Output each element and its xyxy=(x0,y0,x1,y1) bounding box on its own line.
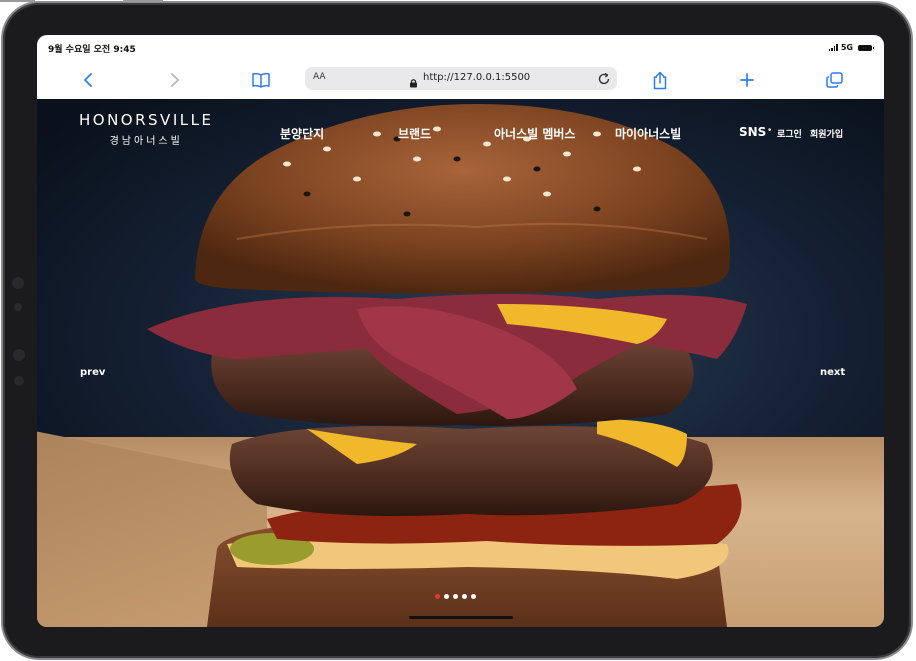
pagination-dot-5[interactable] xyxy=(471,594,476,599)
pagination-dot-4[interactable] xyxy=(462,594,467,599)
logo-sub-text: 경남아너스빌 xyxy=(109,136,183,147)
sns-link[interactable]: SNS xyxy=(739,125,766,139)
status-indicators: 5G xyxy=(828,43,874,52)
signal-icon xyxy=(828,44,838,51)
pagination-dot-1[interactable] xyxy=(435,594,440,599)
lock-icon xyxy=(409,73,418,92)
back-icon[interactable] xyxy=(78,70,98,90)
network-label: 5G xyxy=(840,43,853,52)
logo-main-text: HONORSVILLE xyxy=(79,111,214,129)
browser-toolbar: AA http://127.0.0.1:5500 xyxy=(37,61,884,100)
nav-item-complex[interactable]: 분양단지 xyxy=(280,125,324,142)
next-button[interactable]: next xyxy=(820,367,845,378)
pagination-dot-2[interactable] xyxy=(444,594,449,599)
screen: 9월 수요일 오전 9:45 5G AA http://127.0.0.1:55… xyxy=(37,35,884,627)
pagination-dot-3[interactable] xyxy=(453,594,458,599)
site-logo[interactable]: HONORSVILLE 경남아너스빌 xyxy=(79,111,213,147)
tabs-icon[interactable] xyxy=(824,70,844,90)
nav-item-brand[interactable]: 브랜드 xyxy=(398,125,431,142)
home-indicator[interactable] xyxy=(409,616,513,619)
prev-button[interactable]: prev xyxy=(80,367,105,378)
url-text[interactable]: http://127.0.0.1:5500 xyxy=(423,72,530,83)
reload-icon[interactable] xyxy=(597,71,611,90)
volume-button-top-2 xyxy=(123,0,163,2)
reader-aa-button[interactable]: AA xyxy=(313,72,326,82)
sensor-dot xyxy=(14,303,22,311)
sensor-dot-2 xyxy=(13,349,25,361)
status-bar: 9월 수요일 오전 9:45 5G xyxy=(37,35,884,61)
signup-link[interactable]: 회원가입 xyxy=(810,127,843,140)
separator-dot: • xyxy=(767,126,773,136)
burger-image xyxy=(147,104,747,627)
sensor-dot-3 xyxy=(14,376,24,386)
slide-pagination xyxy=(435,594,476,599)
camera-dot xyxy=(12,277,24,289)
status-time: 9월 수요일 오전 9:45 xyxy=(48,45,136,55)
add-tab-icon[interactable] xyxy=(737,70,757,90)
hero-slide: HONORSVILLE 경남아너스빌 분양단지 브랜드 아너스빌 멤버스 마이아… xyxy=(37,99,884,627)
volume-button-top xyxy=(0,0,35,2)
nav-item-my-honorsville[interactable]: 마이아너스빌 xyxy=(615,125,681,142)
ipad-frame: 9월 수요일 오전 9:45 5G AA http://127.0.0.1:55… xyxy=(0,0,911,658)
forward-icon[interactable] xyxy=(165,70,185,90)
address-bar[interactable]: AA http://127.0.0.1:5500 xyxy=(305,67,617,90)
bookmarks-icon[interactable] xyxy=(251,70,271,90)
share-icon[interactable] xyxy=(650,70,670,90)
login-link[interactable]: 로그인 xyxy=(777,127,802,140)
battery-icon xyxy=(858,44,874,51)
nav-item-members[interactable]: 아너스빌 멤버스 xyxy=(494,125,575,142)
